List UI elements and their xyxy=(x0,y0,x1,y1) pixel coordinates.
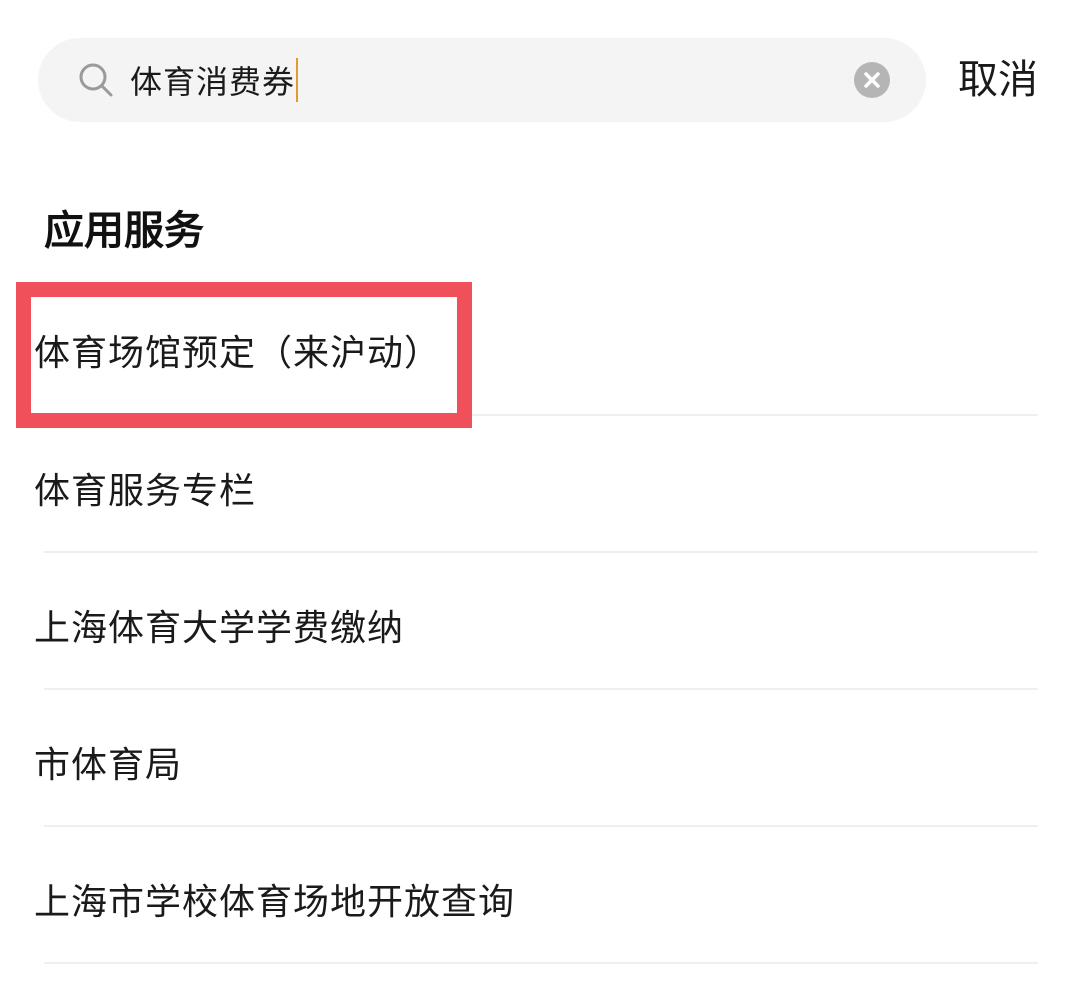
result-item[interactable]: 上海体育大学学费缴纳 xyxy=(0,553,1080,689)
cancel-button[interactable]: 取消 xyxy=(958,52,1038,108)
search-icon xyxy=(79,63,113,97)
result-item[interactable]: 上海市学校体育场地开放查询 xyxy=(0,827,1080,963)
result-item[interactable]: 市体育局 xyxy=(0,690,1080,826)
result-item[interactable]: 体育服务专栏 xyxy=(0,416,1080,552)
result-item-label: 体育服务专栏 xyxy=(34,471,257,512)
divider xyxy=(44,962,1038,964)
search-input[interactable]: 体育消费券 xyxy=(130,52,299,108)
result-item-label: 市体育局 xyxy=(34,745,183,786)
search-page: 体育消费券 取消 应用服务 体育场馆预定（来沪动） 体育服务专栏 上海体育大学学… xyxy=(0,0,1080,984)
clear-icon[interactable] xyxy=(854,62,890,98)
result-item-label: 上海体育大学学费缴纳 xyxy=(34,608,405,649)
section-title: 应用服务 xyxy=(44,208,204,254)
result-item-label: 上海市学校体育场地开放查询 xyxy=(34,882,516,923)
text-caret xyxy=(296,58,299,102)
highlight-box xyxy=(16,282,472,428)
search-query-text: 体育消费券 xyxy=(130,63,296,101)
